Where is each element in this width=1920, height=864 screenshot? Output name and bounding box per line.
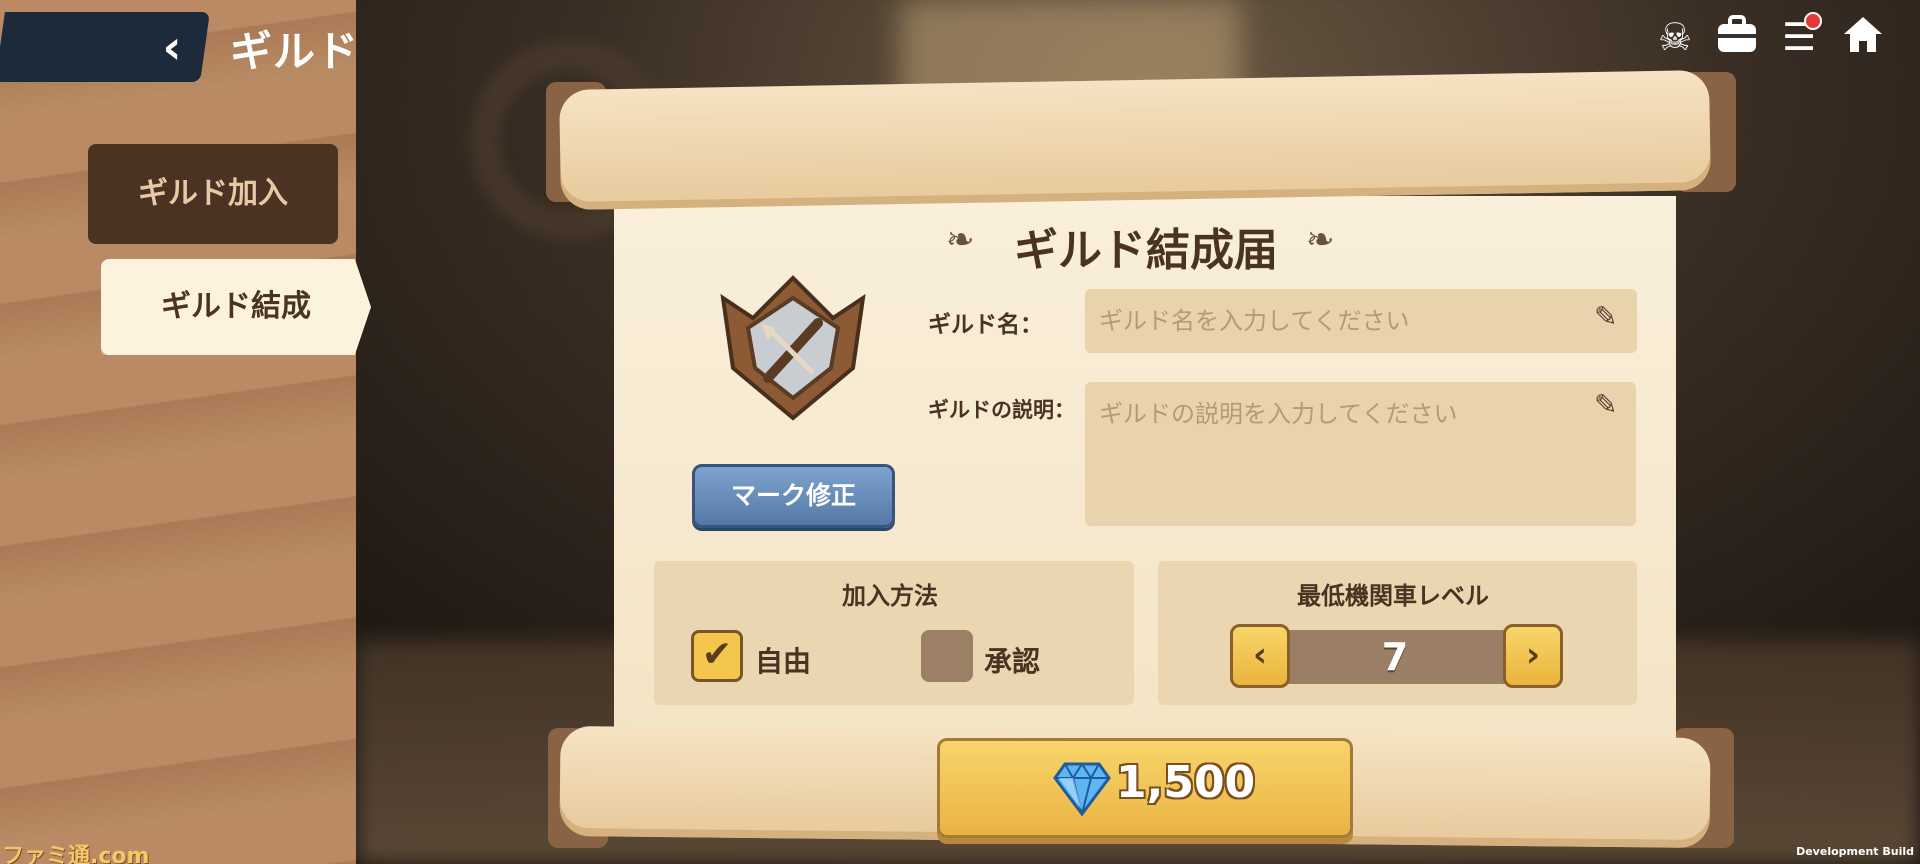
join-approval-label: 承認	[984, 645, 1041, 678]
skull-profile-icon[interactable]: ☠	[1652, 14, 1698, 60]
watermark-logo: ファミ通.com	[2, 844, 150, 864]
guild-name-input[interactable]	[1085, 289, 1637, 353]
join-method-title: 加入方法	[842, 582, 938, 610]
dev-build-label: Development Build	[1796, 845, 1914, 858]
tab-guild-create[interactable]: ギルド結成	[101, 259, 371, 355]
join-approval-checkbox[interactable]	[921, 630, 973, 682]
guild-description-label: ギルドの説明：	[928, 398, 1075, 422]
diamond-gem-icon	[1053, 760, 1111, 817]
join-free-label: 自由	[755, 645, 812, 678]
pencil-icon[interactable]: ✎	[1594, 300, 1617, 333]
cost-value: 1,500	[1116, 757, 1256, 808]
level-decrease-button[interactable]: ‹	[1230, 624, 1290, 688]
guild-description-input[interactable]	[1085, 382, 1636, 526]
guild-name-label: ギルド名：	[928, 312, 1043, 338]
edit-mark-button[interactable]: マーク修正	[692, 464, 895, 528]
tab-guild-join[interactable]: ギルド加入	[88, 144, 338, 244]
notification-badge	[1804, 12, 1822, 30]
join-free-checkbox[interactable]: ✔	[691, 630, 743, 682]
form-title: ギルド結成届	[1014, 225, 1278, 276]
guild-emblem-icon	[713, 268, 873, 428]
level-value: 7	[1381, 635, 1409, 679]
scroll-top-roll	[559, 69, 1711, 211]
sidebar-panel	[0, 0, 356, 864]
back-arrow-icon[interactable]: ‹	[150, 22, 194, 72]
title-ornament-right: ❧	[1306, 220, 1335, 260]
pencil-icon[interactable]: ✎	[1594, 388, 1617, 421]
level-increase-button[interactable]: ›	[1503, 624, 1563, 688]
home-icon[interactable]	[1840, 14, 1886, 60]
page-title: ギルド	[230, 27, 360, 76]
briefcase-icon[interactable]	[1714, 14, 1760, 60]
min-level-title: 最低機関車レベル	[1297, 582, 1489, 610]
